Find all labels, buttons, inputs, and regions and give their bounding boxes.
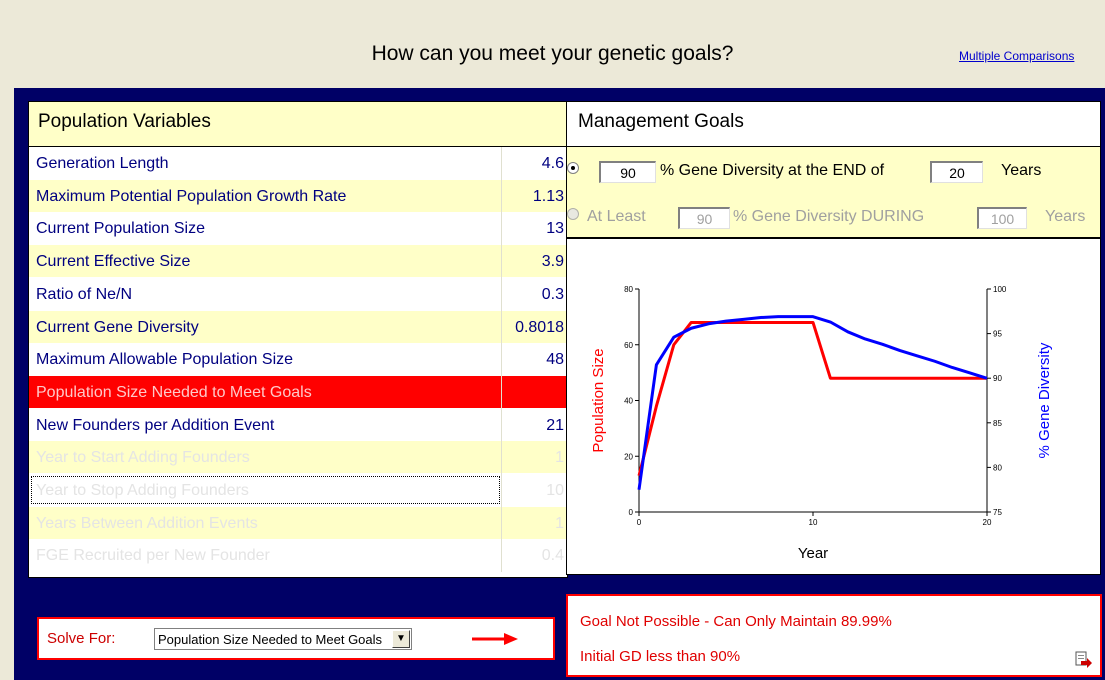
goal-during-prefix: At Least xyxy=(587,208,646,225)
variable-row[interactable]: Year to Start Adding Founders 1 xyxy=(29,441,567,475)
column-divider xyxy=(501,147,502,180)
column-divider xyxy=(501,245,502,279)
goal-during-percent-input[interactable]: 90 xyxy=(678,207,730,229)
variable-value[interactable]: 13 xyxy=(546,220,564,238)
population-variables-header: Population Variables xyxy=(29,102,567,147)
y-right-tick-label: 90 xyxy=(993,374,1002,383)
variable-row[interactable]: Current Population Size 13 xyxy=(29,212,567,246)
variable-label: Current Gene Diversity xyxy=(36,318,199,336)
variable-row[interactable]: Current Effective Size 3.9 xyxy=(29,245,567,279)
column-divider xyxy=(501,408,502,442)
arrow-right-icon xyxy=(472,633,518,645)
population-variables-panel: Population Variables Generation Length 4.… xyxy=(28,101,568,578)
y-left-tick-label: 20 xyxy=(624,452,633,461)
solve-for-panel: Solve For: Population Size Needed to Mee… xyxy=(37,617,555,660)
variable-value[interactable]: 0.8018 xyxy=(515,319,564,337)
column-divider xyxy=(501,310,502,344)
variable-value[interactable]: 48 xyxy=(546,351,564,369)
variable-value[interactable]: 21 xyxy=(546,417,564,435)
column-divider xyxy=(501,375,502,409)
variable-label: Year to Start Adding Founders xyxy=(36,449,250,467)
x-axis-label: Year xyxy=(798,545,828,562)
y-right-axis-label: % Gene Diversity xyxy=(1036,342,1053,458)
x-tick-label: 10 xyxy=(809,518,818,527)
goal-end-percent-input[interactable]: 90 xyxy=(599,161,656,183)
y-left-axis-label: Population Size xyxy=(590,348,607,452)
variable-label: Current Population Size xyxy=(36,220,205,238)
variable-value[interactable]: 1.13 xyxy=(533,188,564,206)
management-goals-panel: 90 % Gene Diversity at the END of 20 Yea… xyxy=(566,147,1101,238)
goal-during-radio[interactable] xyxy=(567,208,579,220)
column-divider xyxy=(501,277,502,311)
y-left-tick-label: 40 xyxy=(624,397,633,406)
variable-row[interactable]: New Founders per Addition Event 21 xyxy=(29,408,567,442)
variable-value[interactable]: 0.4 xyxy=(542,547,564,565)
variable-value[interactable]: 4.6 xyxy=(542,155,564,173)
goal-end-years-label: Years xyxy=(1001,162,1042,179)
goal-end-years-input[interactable]: 20 xyxy=(930,161,983,183)
variable-label: Generation Length xyxy=(36,155,169,172)
y-right-tick-label: 85 xyxy=(993,419,1002,428)
goal-end-radio[interactable] xyxy=(567,162,579,174)
variable-row[interactable]: Generation Length 4.6 xyxy=(29,147,567,180)
y-right-tick-label: 100 xyxy=(993,285,1007,294)
variable-row[interactable]: Maximum Allowable Population Size 48 xyxy=(29,343,567,377)
y-right-tick-label: 95 xyxy=(993,330,1002,339)
variable-value[interactable]: 1 xyxy=(555,449,564,467)
column-divider xyxy=(501,212,502,246)
goal-during-text: % Gene Diversity DURING xyxy=(733,208,925,225)
x-tick-label: 20 xyxy=(983,518,992,527)
series-line xyxy=(637,320,987,477)
series-line xyxy=(637,315,988,490)
solve-for-dropdown[interactable]: Population Size Needed to Meet Goals ▼ xyxy=(154,628,412,650)
variable-label: Years Between Addition Events xyxy=(36,514,258,532)
variable-row[interactable]: Ratio of Ne/N 0.3 xyxy=(29,277,567,311)
variable-label: Current Effective Size xyxy=(36,253,191,271)
result-message-line1: Goal Not Possible - Can Only Maintain 89… xyxy=(580,613,892,630)
projection-chart: 0 20 40 60 80 75 80 85 90 95 100 0 10 20 Year Populatio… xyxy=(566,238,1101,575)
export-pdf-icon[interactable] xyxy=(1074,651,1092,669)
y-left-tick-label: 0 xyxy=(629,508,634,517)
variable-label: Year to Stop Adding Founders xyxy=(36,482,249,499)
y-right-tick-label: 75 xyxy=(993,508,1002,517)
column-divider xyxy=(501,441,502,475)
column-divider xyxy=(501,539,502,573)
page-title: How can you meet your genetic goals? xyxy=(371,42,734,65)
y-right-tick-label: 80 xyxy=(993,463,1002,472)
variable-label: Ratio of Ne/N xyxy=(36,285,133,303)
variable-label: FGE Recruited per New Founder xyxy=(36,547,270,565)
chart-svg: 0 20 40 60 80 75 80 85 90 95 100 0 10 20 Year Populatio… xyxy=(590,285,1053,562)
solve-for-value: Population Size Needed to Meet Goals xyxy=(158,632,383,647)
variable-value[interactable]: 3.9 xyxy=(542,253,564,271)
variable-row[interactable]: Years Between Addition Events 1 xyxy=(29,506,567,540)
y-left-tick-label: 80 xyxy=(624,285,633,294)
variable-label: Maximum Potential Population Growth Rate xyxy=(36,187,347,205)
goal-during-years-input[interactable]: 100 xyxy=(977,207,1027,229)
variable-row[interactable]: Current Gene Diversity 0.8018 xyxy=(29,310,567,344)
y-left-tick-label: 60 xyxy=(624,341,633,350)
variable-row[interactable]: Population Size Needed to Meet Goals xyxy=(29,375,567,409)
column-divider xyxy=(501,474,502,507)
variable-value[interactable]: 1 xyxy=(555,515,564,533)
variable-label: Maximum Allowable Population Size xyxy=(36,351,294,369)
variable-label: Population Size Needed to Meet Goals xyxy=(36,383,312,401)
multiple-comparisons-link[interactable]: Multiple Comparisons xyxy=(959,49,1074,63)
variable-row[interactable]: FGE Recruited per New Founder 0.4 xyxy=(29,539,567,573)
column-divider xyxy=(501,506,502,540)
chevron-down-icon[interactable]: ▼ xyxy=(392,630,410,648)
variable-label: New Founders per Addition Event xyxy=(36,416,275,434)
result-message-panel: Goal Not Possible - Can Only Maintain 89… xyxy=(566,594,1102,677)
column-divider xyxy=(501,343,502,377)
solve-for-label: Solve For: xyxy=(47,630,116,647)
variable-row[interactable]: Maximum Potential Population Growth Rate… xyxy=(29,179,567,213)
result-message-line2: Initial GD less than 90% xyxy=(580,648,741,665)
column-divider xyxy=(501,179,502,213)
x-tick-label: 0 xyxy=(637,518,642,527)
variable-value[interactable]: 10 xyxy=(546,482,564,500)
goal-during-years-label: Years xyxy=(1045,208,1086,225)
variable-row[interactable]: Year to Stop Adding Founders 10 xyxy=(29,474,567,507)
goal-end-text: % Gene Diversity at the END of xyxy=(660,162,885,179)
management-goals-header: Management Goals xyxy=(566,101,1101,147)
variable-value[interactable]: 0.3 xyxy=(542,286,564,304)
